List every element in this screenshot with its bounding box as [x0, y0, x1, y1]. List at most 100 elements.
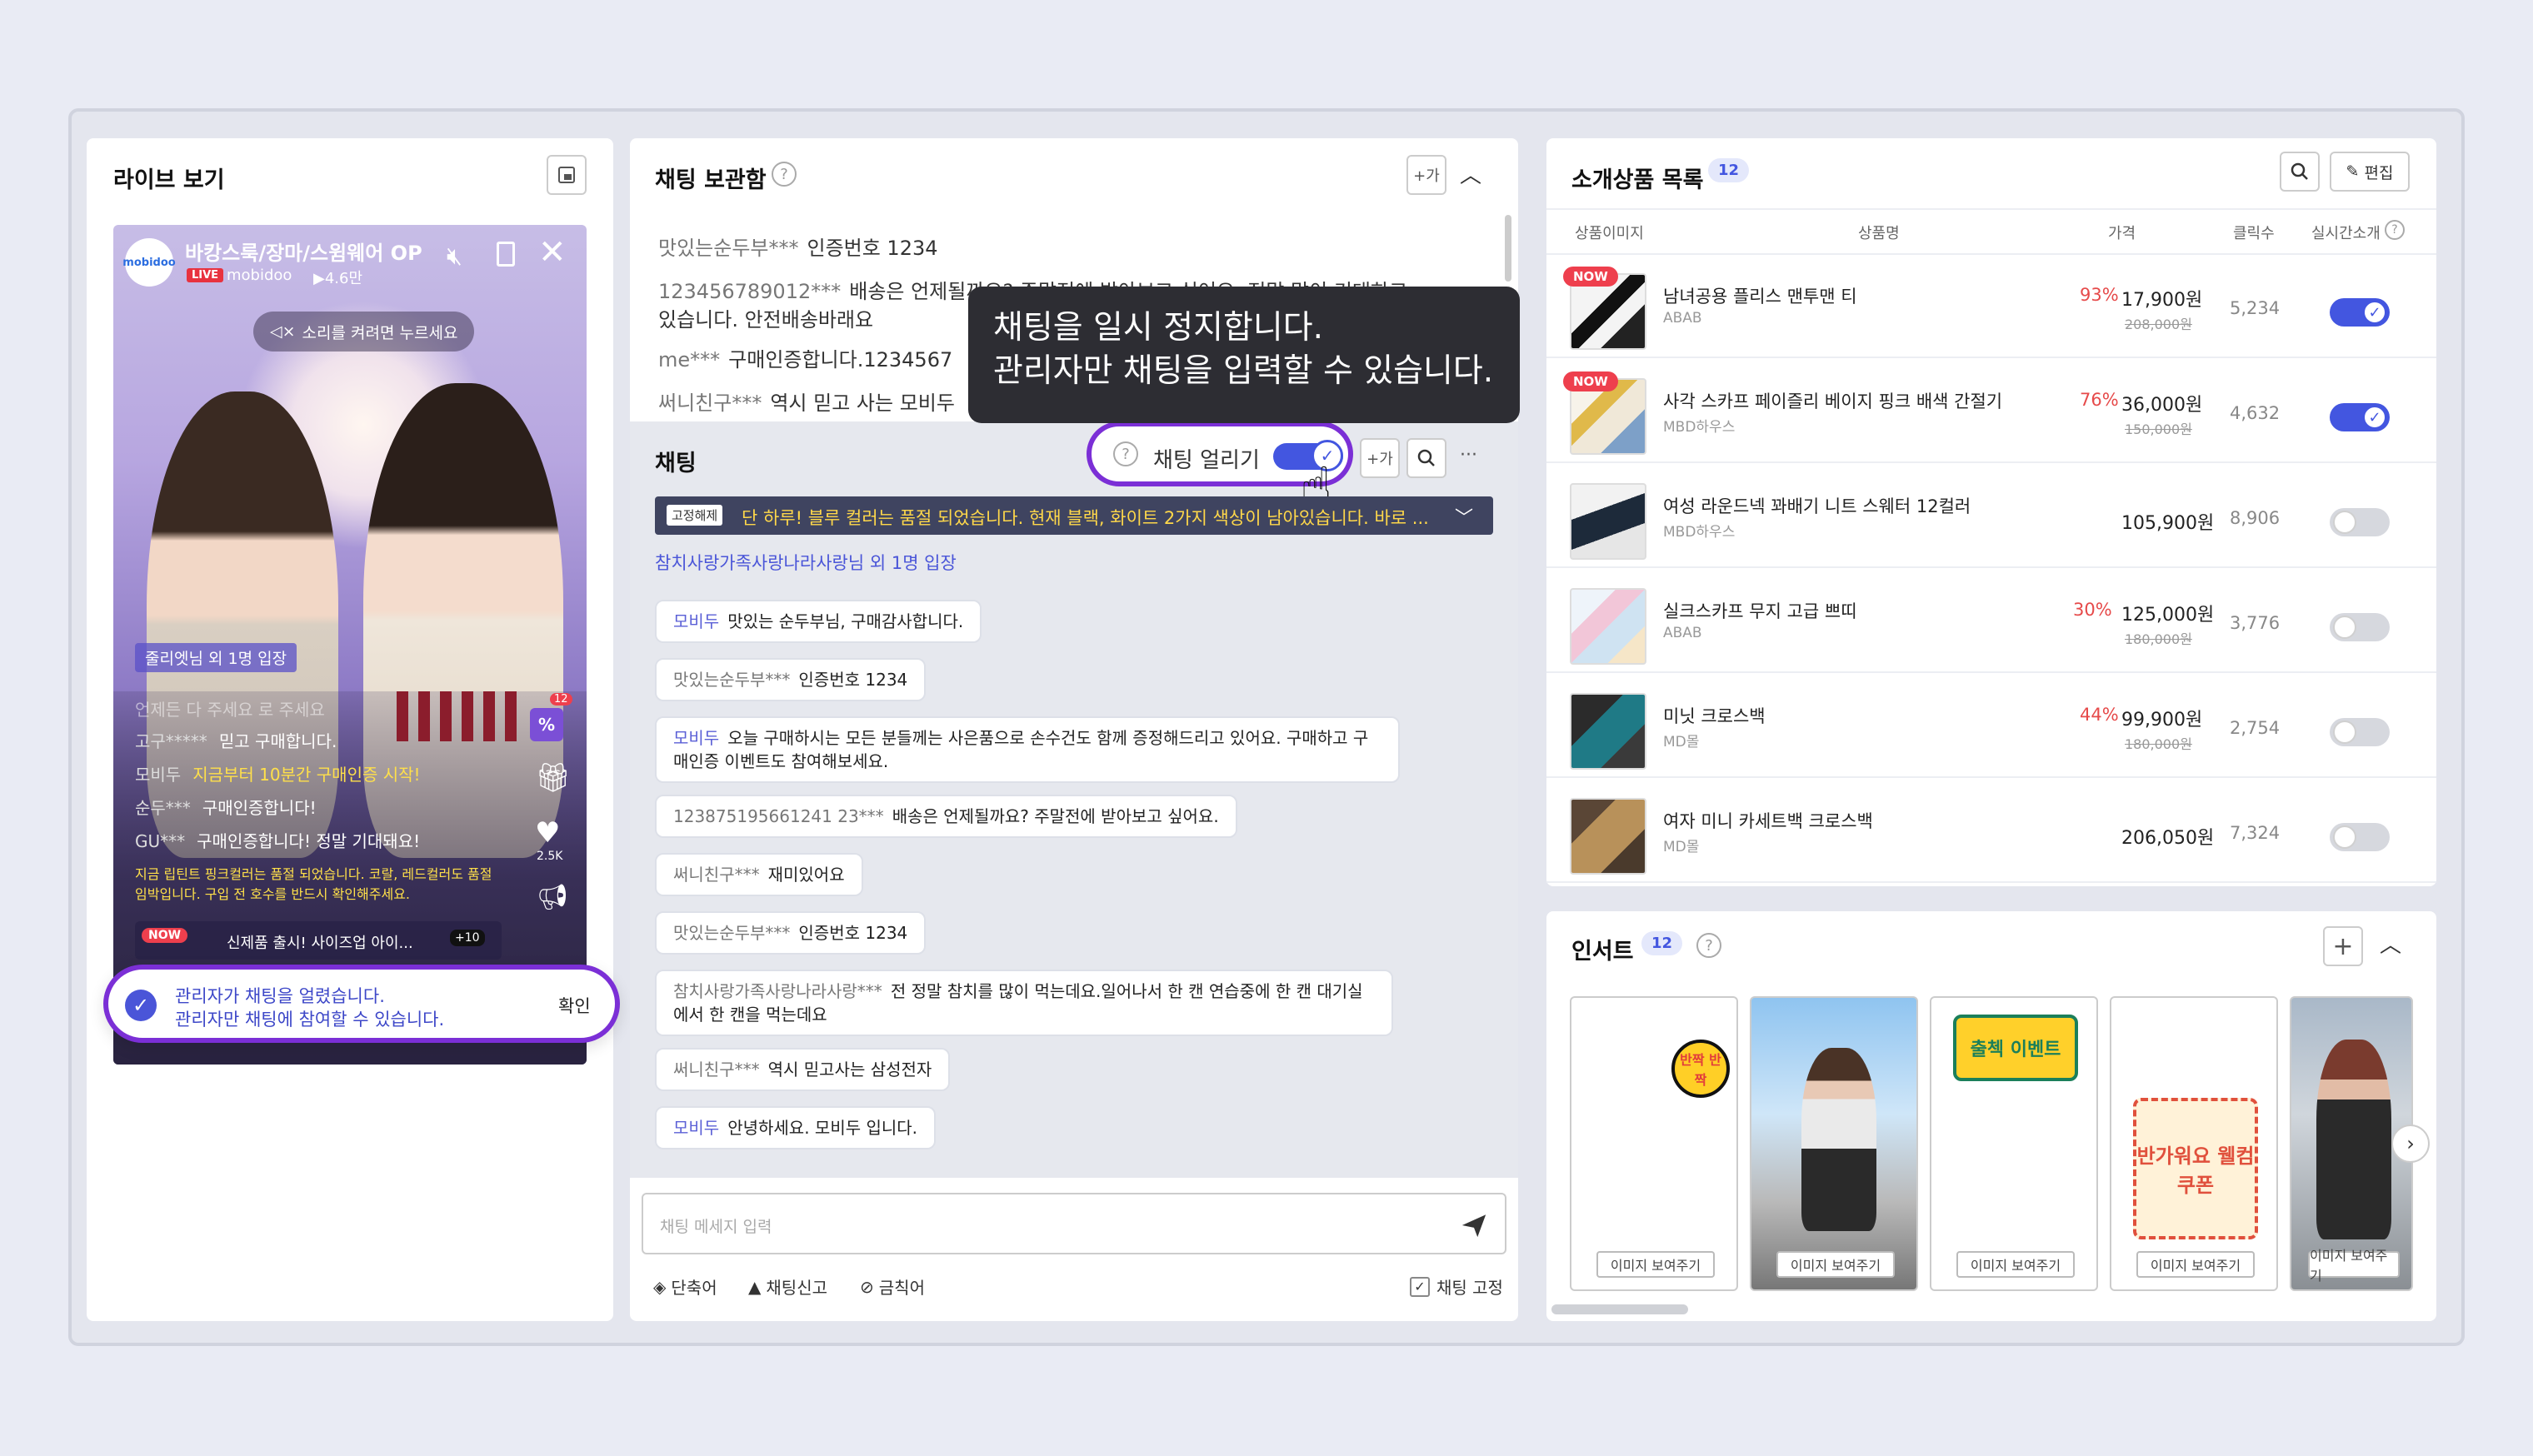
product-row[interactable]: 여성 라운드넥 꽈배기 니트 스웨터 12컬러 MBD하우스 105,900원 …	[1546, 465, 2436, 568]
check-circle-icon: ✓	[125, 990, 157, 1021]
insert-collapse-chevron[interactable]: ︿	[2380, 928, 2401, 959]
chat-message[interactable]: 맛있는순두부*** 인증번호 1234	[655, 911, 927, 955]
product-row[interactable]: NOW 남녀공용 플리스 맨투맨 티 ABAB 93% 17,900원 208,…	[1546, 255, 2436, 358]
channel-logo: mobidoo	[122, 238, 176, 287]
show-image-button[interactable]: 이미지 보여주기	[2308, 1248, 2400, 1284]
product-thumbnail	[1570, 588, 1646, 665]
product-brand: MBD하우스	[1663, 419, 1736, 436]
unmute-hint[interactable]: ◁× 소리를 켜려면 누르세요	[253, 312, 475, 352]
insert-card[interactable]: 반가워요 웰컴쿠폰 이미지 보여주기	[2110, 996, 2278, 1291]
chat-message[interactable]: 모비두 안녕하세요. 모비두 입니다.	[655, 1106, 937, 1149]
archive-help-icon[interactable]: ?	[772, 162, 797, 187]
chat-message[interactable]: 모비두 오늘 구매하시는 모든 분들께는 사은품으로 손수건도 함께 증정해드리고…	[655, 716, 1400, 783]
show-image-button[interactable]: 이미지 보여주기	[1776, 1251, 1895, 1278]
pinned-message[interactable]: 고정해제 단 하루! 블루 컬러는 품절 되었습니다. 현재 블랙, 화이트 2…	[655, 496, 1493, 535]
chat-search-button[interactable]	[1406, 438, 1446, 478]
live-chat-3: 순두*** 구매인증합니다!	[135, 795, 317, 819]
insert-add-button[interactable]: +	[2323, 926, 2363, 966]
live-intro-toggle[interactable]	[2330, 508, 2390, 536]
toast-line-1: 관리자가 채팅을 얼렸습니다.	[175, 986, 385, 1006]
banned-words-tool[interactable]: ⊘ 금칙어	[860, 1274, 925, 1299]
chat-more-button[interactable]: ···	[1460, 445, 1477, 466]
search-icon	[1417, 449, 1435, 466]
live-chat-4: GU*** 구매인증합니다! 정말 기대돼요!	[135, 828, 420, 852]
toast-confirm-button[interactable]: 확인	[558, 993, 591, 1018]
pinned-expand-chevron[interactable]: ﹀	[1455, 503, 1473, 530]
unpin-tag[interactable]: 고정해제	[667, 505, 723, 526]
live-intro-toggle[interactable]: ✓	[2330, 403, 2390, 431]
live-intro-toggle[interactable]	[2330, 613, 2390, 641]
send-icon[interactable]	[1460, 1211, 1488, 1239]
chat-text: 안녕하세요. 모비두 입니다.	[727, 1118, 918, 1138]
insert-card[interactable]: 이미지 보여주기	[1750, 996, 1918, 1291]
now-badge: NOW	[1563, 371, 1618, 391]
insert-help-icon[interactable]: ?	[1696, 933, 1721, 958]
discount-button[interactable]: %	[530, 708, 563, 741]
archive-text: 인증번호 1234	[807, 237, 938, 260]
chat-message[interactable]: 모비두 맛있는 순두부님, 구매감사합니다.	[655, 600, 982, 643]
product-search-button[interactable]	[2280, 152, 2320, 192]
live-intro-toggle[interactable]: ✓	[2330, 298, 2390, 327]
archive-user: 써니친구***	[658, 391, 762, 415]
chat-message[interactable]: 맛있는순두부*** 인증번호 1234	[655, 658, 927, 701]
edit-button[interactable]: ✎ 편집	[2330, 152, 2410, 192]
archive-font-size-button[interactable]: +가	[1406, 155, 1446, 195]
chat-user: 모비두	[673, 728, 720, 748]
product-price: 99,900원	[2121, 710, 2203, 730]
product-row[interactable]: 실크스카프 무지 고급 쁘띠 ABAB 30% 125,000원 180,000…	[1546, 570, 2436, 673]
shortcut-tool[interactable]: ◈ 단축어	[653, 1274, 717, 1299]
product-row[interactable]: 미닛 크로스백 MD몰 44% 99,900원 180,000원 2,754	[1546, 675, 2436, 778]
archive-scrollbar[interactable]	[1505, 215, 1511, 282]
pin-chat-label: 채팅 고정	[1436, 1278, 1503, 1298]
live-video[interactable]: mobidoo 바캉스룩/장마/스윔웨어 OP LIVE mobidoo ▶4.…	[113, 225, 587, 1065]
show-image-button[interactable]: 이미지 보여주기	[1956, 1251, 2075, 1278]
chat-input-placeholder: 채팅 메세지 입력	[660, 1218, 772, 1236]
live-intro-toggle[interactable]	[2330, 823, 2390, 851]
show-image-button[interactable]: 이미지 보여주기	[2136, 1251, 2255, 1278]
chat-message[interactable]: 써니친구*** 역시 믿고사는 삼성전자	[655, 1048, 951, 1091]
pip-icon	[558, 167, 575, 183]
bookmark-icon[interactable]	[497, 242, 515, 267]
chat-message[interactable]: 123875195661241 23*** 배송은 언제될까요? 주말전에 받아보…	[655, 795, 1237, 838]
product-price: 17,900원	[2121, 290, 2203, 311]
product-brand: ABAB	[1663, 625, 1702, 641]
show-image-button[interactable]: 이미지 보여주기	[1596, 1251, 1715, 1278]
insert-card[interactable]: 반짝 반짝 이미지 보여주기	[1570, 996, 1738, 1291]
chat-font-size-button[interactable]: +가	[1360, 438, 1400, 478]
gift-icon[interactable]: 🎁︎	[535, 761, 571, 795]
chat-user: 써니친구***	[673, 865, 760, 885]
freeze-help-icon[interactable]: ?	[1113, 441, 1138, 466]
mute-icon[interactable]: 🔇︎	[447, 242, 462, 271]
megaphone-icon[interactable]: 📢︎	[537, 883, 568, 912]
product-row[interactable]: NOW 사각 스카프 페이즐리 베이지 핑크 배색 간절기 MBD하우스 76%…	[1546, 360, 2436, 463]
product-row[interactable]: 여자 미니 카세트백 크로스백 MD몰 206,050원 7,324	[1546, 780, 2436, 883]
product-clicks: 7,324	[2230, 823, 2281, 843]
heart-icon[interactable]: ♥	[535, 816, 560, 850]
insert-card[interactable]: 출첵 이벤트 이미지 보여주기	[1930, 996, 2098, 1291]
now-product-bar[interactable]: NOW 신제품 출시! 사이즈업 아이... +10	[135, 921, 502, 960]
archive-user: 맛있는순두부***	[658, 237, 799, 260]
live-intro-toggle[interactable]	[2330, 718, 2390, 746]
pin-chat-checkbox[interactable]: ✓ 채팅 고정	[1410, 1274, 1503, 1299]
live-intro-help-icon[interactable]: ?	[2385, 220, 2405, 240]
insert-count-badge: 12	[1641, 931, 1683, 955]
carousel-next-button[interactable]: ›	[2391, 1124, 2430, 1163]
insert-scrollbar[interactable]	[1551, 1304, 1688, 1314]
chat-text: 인증번호 1234	[798, 670, 908, 690]
close-icon[interactable]: ✕	[538, 233, 567, 272]
pinned-text: 단 하루! 블루 컬러는 품절 되었습니다. 현재 블랙, 화이트 2가지 색상…	[742, 508, 1429, 528]
chat-message[interactable]: 써니친구*** 재미있어요	[655, 853, 863, 896]
archive-title: 채팅 보관함	[655, 167, 767, 193]
archive-line: me*** 구매인증합니다.1234567	[658, 343, 952, 372]
chat-input[interactable]: 채팅 메세지 입력	[642, 1193, 1506, 1254]
product-discount: 93%	[2080, 285, 2119, 305]
product-discount: 44%	[2080, 705, 2119, 725]
product-original-price: 180,000원	[2125, 736, 2192, 752]
report-tool[interactable]: ▲ 채팅신고	[748, 1274, 827, 1299]
pip-button[interactable]	[547, 155, 587, 195]
live-chat-text: 지금부터 10분간 구매인증 시작!	[192, 765, 421, 785]
archive-collapse-chevron[interactable]: ︿	[1460, 158, 1481, 189]
chat-message[interactable]: 참치사랑가족사랑나라사랑*** 전 정말 참치를 많이 먹는데요.일어나서 한 캔…	[655, 970, 1393, 1036]
product-clicks: 2,754	[2230, 718, 2281, 738]
now-product-name: 신제품 출시! 사이즈업 아이...	[227, 935, 413, 952]
